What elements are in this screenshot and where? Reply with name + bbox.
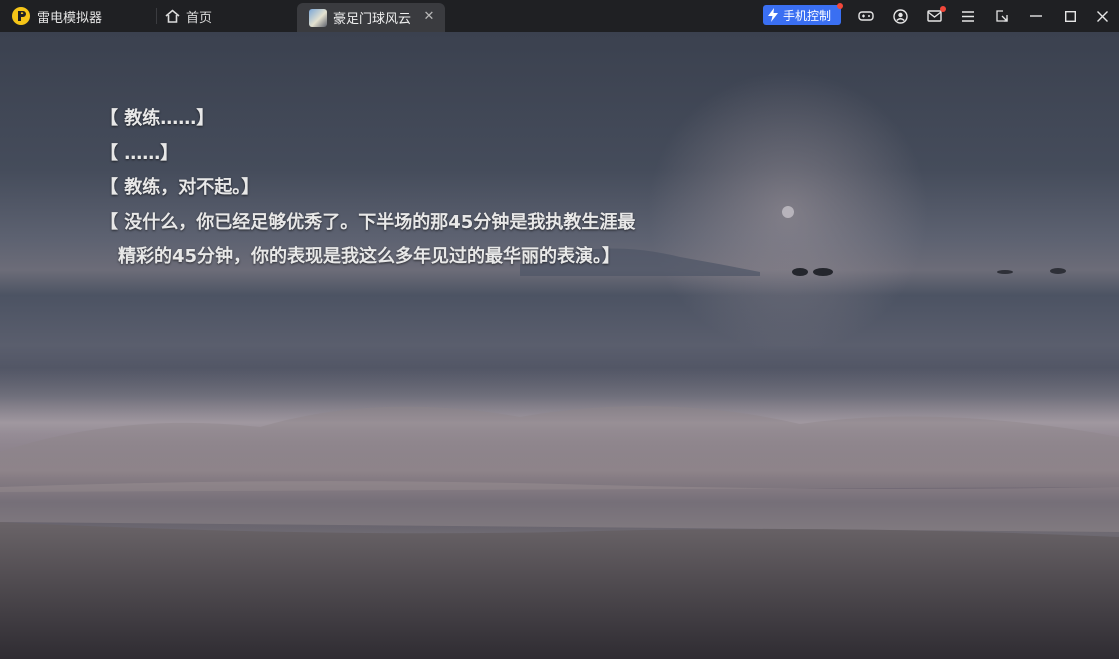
home-icon [165,9,180,23]
tab-home[interactable]: 首页 [165,6,212,26]
phone-control-button[interactable]: 手机控制 [763,5,841,25]
tab-game-label: 豪足门球风云 [333,12,412,27]
menu-icon[interactable] [959,7,977,25]
minimize-icon[interactable] [1027,7,1045,25]
gamepad-icon[interactable] [857,7,875,25]
dialog-line: 【 教练，对不起。】 [100,177,260,198]
dialog-line: 【 教练……】 [100,108,215,129]
close-window-icon[interactable] [1093,7,1111,25]
tab-divider [156,8,157,24]
app-name: 雷电模拟器 [37,10,103,26]
user-icon[interactable] [891,7,909,25]
game-icon [309,8,327,27]
close-tab-icon[interactable]: ✕ [421,9,437,25]
mail-notification-dot [940,6,946,12]
maximize-icon[interactable] [1061,7,1079,25]
notification-dot [837,3,843,9]
app-brand[interactable]: 雷电模拟器 [12,6,102,26]
title-bar: 雷电模拟器 首页 豪足门球风云 ✕ 手机控制 [0,0,1119,32]
game-screen[interactable]: 【 教练……】 【 ……】 【 教练，对不起。】 【 没什么，你已经足够优秀了。… [0,32,1119,659]
tab-home-label: 首页 [186,10,213,26]
phone-control-label: 手机控制 [783,8,832,23]
lightning-icon [768,8,778,22]
shrink-window-icon[interactable] [993,7,1011,25]
dialog-line: 【 ……】 [100,142,179,164]
leidian-logo-icon [12,7,30,25]
story-dialog[interactable]: 【 教练……】 【 ……】 【 教练，对不起。】 【 没什么，你已经足够优秀了。… [100,102,640,275]
dialog-line: 【 没什么，你已经足够优秀了。下半场的那45分钟是我执教生涯最精彩的45分钟，你… [100,211,636,268]
tab-game[interactable]: 豪足门球风云 ✕ [297,3,445,32]
